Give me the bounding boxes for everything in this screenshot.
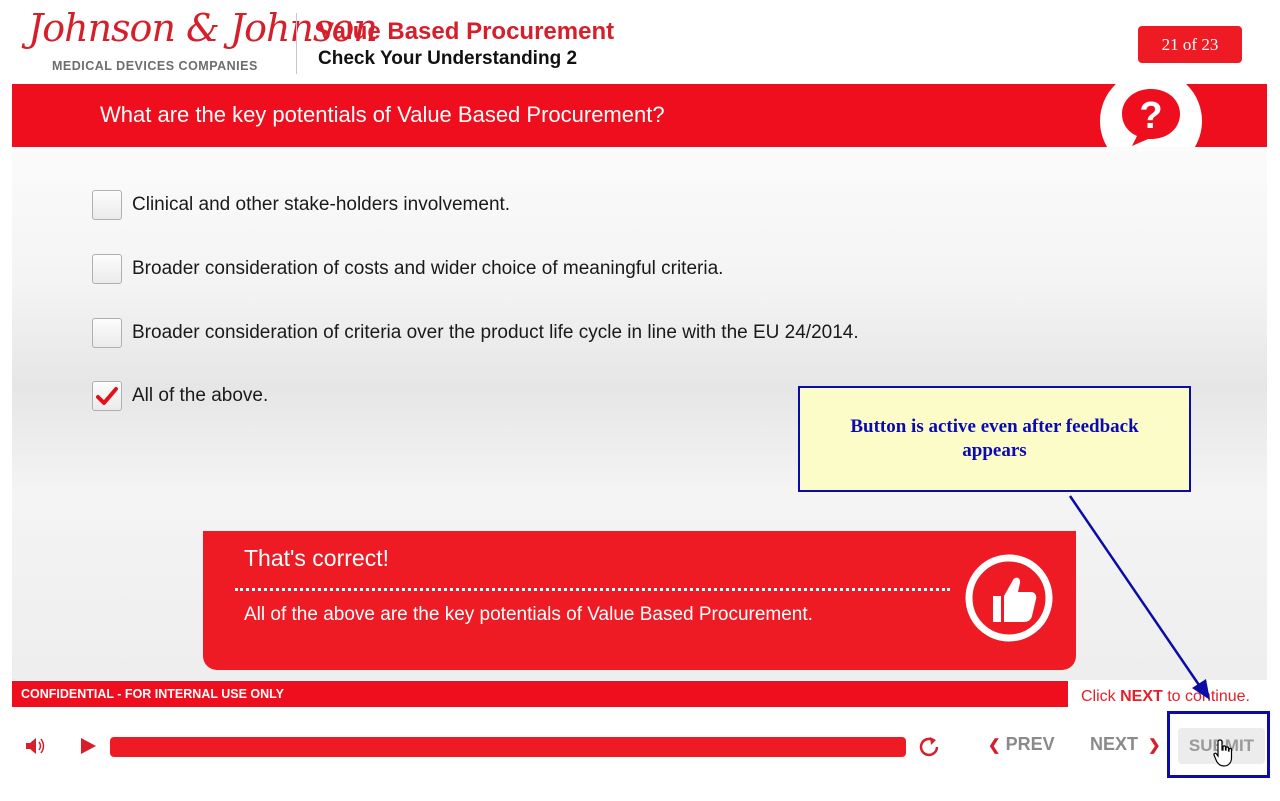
hand-cursor-icon [1213,739,1233,767]
next-hint: Click NEXT to continue. [1081,688,1250,705]
play-icon[interactable] [78,736,98,756]
course-title: Value Based Procurement [318,18,615,45]
checkmark-icon [96,387,118,405]
answer-label: Broader consideration of criteria over t… [132,322,859,343]
thumbs-up-icon [965,554,1053,642]
chevron-right-icon: ❯ [1148,736,1161,754]
svg-text:?: ? [1139,95,1162,137]
replay-icon[interactable] [917,735,941,759]
checkbox-checked[interactable] [92,381,122,411]
question-mark-icon: ? [1122,89,1180,146]
answer-option-2[interactable]: Broader consideration of costs and wider… [92,254,723,284]
page-counter: 21 of 23 [1138,26,1242,63]
confidential-label: CONFIDENTIAL - FOR INTERNAL USE ONLY [21,687,284,701]
feedback-title: That's correct! [244,545,389,571]
checkbox[interactable] [92,318,122,348]
next-button[interactable]: NEXT ❯ [1090,734,1161,755]
chevron-left-icon: ❮ [988,736,1001,754]
prev-button[interactable]: ❮ PREV [988,734,1055,755]
brand-logo-subtitle: MEDICAL DEVICES COMPANIES [52,59,258,73]
annotation-callout: Button is active even after feedback app… [798,386,1191,492]
answer-option-3[interactable]: Broader consideration of criteria over t… [92,318,859,348]
annotation-text: Button is active even after feedback app… [850,416,1139,461]
question-text: What are the key potentials of Value Bas… [100,102,665,127]
feedback-divider [235,588,950,591]
answer-label: Broader consideration of costs and wider… [132,258,724,279]
feedback-body: All of the above are the key potentials … [244,604,813,625]
header-divider [296,13,297,74]
answer-option-1[interactable]: Clinical and other stake-holders involve… [92,190,510,220]
answer-option-4[interactable]: All of the above. [92,381,268,411]
course-subtitle: Check Your Understanding 2 [318,48,578,69]
checkbox[interactable] [92,254,122,284]
volume-icon[interactable] [24,736,46,756]
progress-bar[interactable] [110,737,906,757]
checkbox[interactable] [92,190,122,220]
answer-label: Clinical and other stake-holders involve… [132,194,511,215]
answer-label: All of the above. [132,385,269,406]
